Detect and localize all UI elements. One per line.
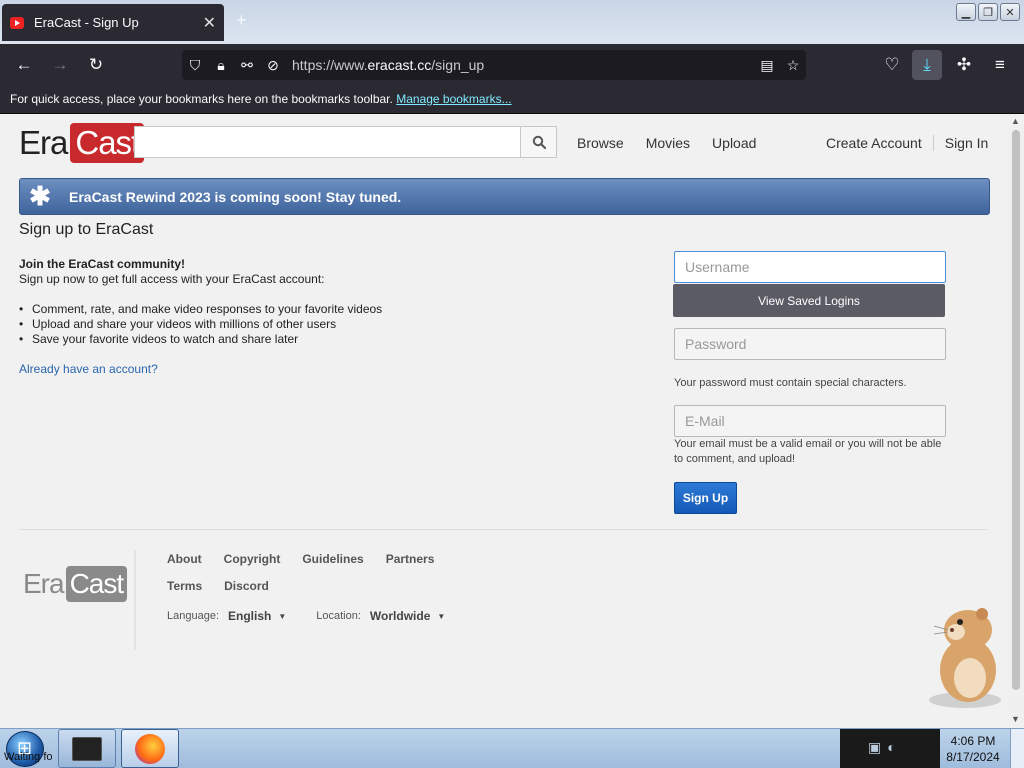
url-text[interactable]: https://www.eracast.cc/sign_up [292,57,754,73]
search-button[interactable] [521,126,557,158]
tracking-blocked-icon[interactable]: ⊘ [260,57,286,74]
reload-button[interactable]: ↻ [84,54,108,76]
list-item: Comment, rate, and make video responses … [19,302,382,317]
footer-link-discord[interactable]: Discord [224,579,269,593]
primary-nav: Browse Movies Upload [566,135,767,151]
location-label: Location: [316,610,361,622]
language-selector[interactable]: English [228,609,271,623]
benefits-list: Comment, rate, and make video responses … [19,302,382,347]
menu-icon[interactable]: ≡ [988,54,1012,76]
password-field[interactable] [674,328,946,360]
location-selector[interactable]: Worldwide [370,609,430,623]
banner-text: EraCast Rewind 2023 is coming soon! Stay… [69,188,402,205]
reader-view-icon[interactable]: ▤ [754,57,780,74]
lock-icon[interactable]: 🔒︎ [208,57,234,74]
footer-locale: Language: English ▼ Location: Worldwide … [167,609,475,623]
footer-links-secondary: Terms Discord [167,579,269,593]
nav-sign-in[interactable]: Sign In [932,135,1000,151]
nav-create-account[interactable]: Create Account [815,135,933,151]
minimize-button[interactable]: ▁ [956,3,976,21]
manage-bookmarks-link[interactable]: Manage bookmarks... [396,92,511,106]
language-label: Language: [167,610,219,622]
email-field[interactable] [674,405,946,437]
join-heading: Join the EraCast community! [19,257,186,271]
already-have-account-link[interactable]: Already have an account? [19,362,158,376]
pocket-icon[interactable]: ♡ [880,54,904,76]
chevron-down-icon[interactable]: ▼ [278,612,286,621]
announcement-banner: ✱ EraCast Rewind 2023 is coming soon! St… [19,178,990,215]
nav-browse[interactable]: Browse [566,135,635,151]
nav-upload[interactable]: Upload [701,135,767,151]
show-desktop-button[interactable] [1010,729,1024,768]
footer-link-about[interactable]: About [167,552,202,566]
close-window-button[interactable]: ✕ [1000,3,1020,21]
sign-up-button[interactable]: Sign Up [674,482,737,514]
page-title: Sign up to EraCast [19,221,154,238]
taskbar-app-firefox[interactable] [121,729,179,768]
terminal-icon [72,736,102,761]
network-icon[interactable]: ▣ [868,739,881,756]
footer-link-guidelines[interactable]: Guidelines [302,552,363,566]
system-clock[interactable]: 4:06 PM 8/17/2024 [940,733,1006,765]
permissions-icon[interactable]: ⚯ [234,57,260,74]
hamster-mascot-icon[interactable] [922,600,1008,710]
email-hint: Your email must be a valid email or you … [674,438,942,465]
footer-links: About Copyright Guidelines Partners [167,552,434,566]
browser-tab-active[interactable]: EraCast - Sign Up ✕ [2,4,224,41]
windows-taskbar: Waiting fo ▣ ◐ 4:06 PM 8/17/2024 [0,728,1024,768]
new-tab-button[interactable]: + [236,10,247,31]
tab-close-icon[interactable]: ✕ [203,13,216,33]
view-saved-logins-button[interactable]: View Saved Logins [673,284,945,317]
password-hint: Your password must contain special chara… [674,377,907,389]
scroll-up-icon[interactable]: ▲ [1011,116,1020,126]
bookmarks-toolbar: For quick access, place your bookmarks h… [0,86,1024,114]
browser-titlebar: EraCast - Sign Up ✕ + ▁ ❐ ✕ [0,0,1024,44]
chevron-down-icon[interactable]: ▼ [437,612,445,621]
shield-icon[interactable]: ⛉ [182,57,208,74]
taskbar-status-text: Waiting fo [4,751,53,763]
page-content: Era Cast Browse Movies Upload Create Acc… [0,114,1008,728]
tab-title: EraCast - Sign Up [34,15,139,30]
footer-link-partners[interactable]: Partners [386,552,435,566]
browser-navbar: ← → ↻ ⛉ 🔒︎ ⚯ ⊘ https://www.eracast.cc/si… [0,44,1024,86]
scroll-down-icon[interactable]: ▼ [1011,714,1020,724]
firefox-icon [135,733,165,764]
eracast-favicon-icon [10,16,24,29]
nav-movies[interactable]: Movies [635,135,701,151]
footer-link-terms[interactable]: Terms [167,579,202,593]
taskbar-app-terminal[interactable] [58,729,116,768]
scrollbar-thumb[interactable] [1012,130,1020,690]
search-input[interactable] [134,126,521,158]
page-scrollbar[interactable]: ▲ ▼ [1008,114,1024,728]
address-bar[interactable]: ⛉ 🔒︎ ⚯ ⊘ https://www.eracast.cc/sign_up … [182,50,806,80]
tray-icons: ▣ ◐ [868,739,896,756]
downloads-icon[interactable]: ⤓ [912,50,942,80]
back-button[interactable]: ← [12,54,36,76]
site-logo[interactable]: Era Cast [19,123,145,163]
extensions-icon[interactable]: ✣ [952,54,976,76]
window-controls: ▁ ❐ ✕ [956,3,1020,21]
bookmarks-hint: For quick access, place your bookmarks h… [10,92,393,106]
volume-icon[interactable]: ◐ [887,739,895,756]
list-item: Save your favorite videos to watch and s… [19,332,382,347]
forward-button[interactable]: → [48,54,72,76]
account-nav: Create Account Sign In [815,135,999,151]
list-item: Upload and share your videos with millio… [19,317,382,332]
star-icon: ✱ [29,181,51,211]
site-search [134,126,557,158]
footer-link-copyright[interactable]: Copyright [224,552,281,566]
footer-divider [19,529,987,530]
bookmark-star-icon[interactable]: ☆ [780,57,806,74]
username-field[interactable] [674,251,946,283]
footer-logo[interactable]: Era Cast [23,566,128,602]
join-subtext: Sign up now to get full access with your… [19,272,325,286]
search-icon [532,135,546,149]
restore-button[interactable]: ❐ [978,3,998,21]
footer-separator [134,550,136,650]
